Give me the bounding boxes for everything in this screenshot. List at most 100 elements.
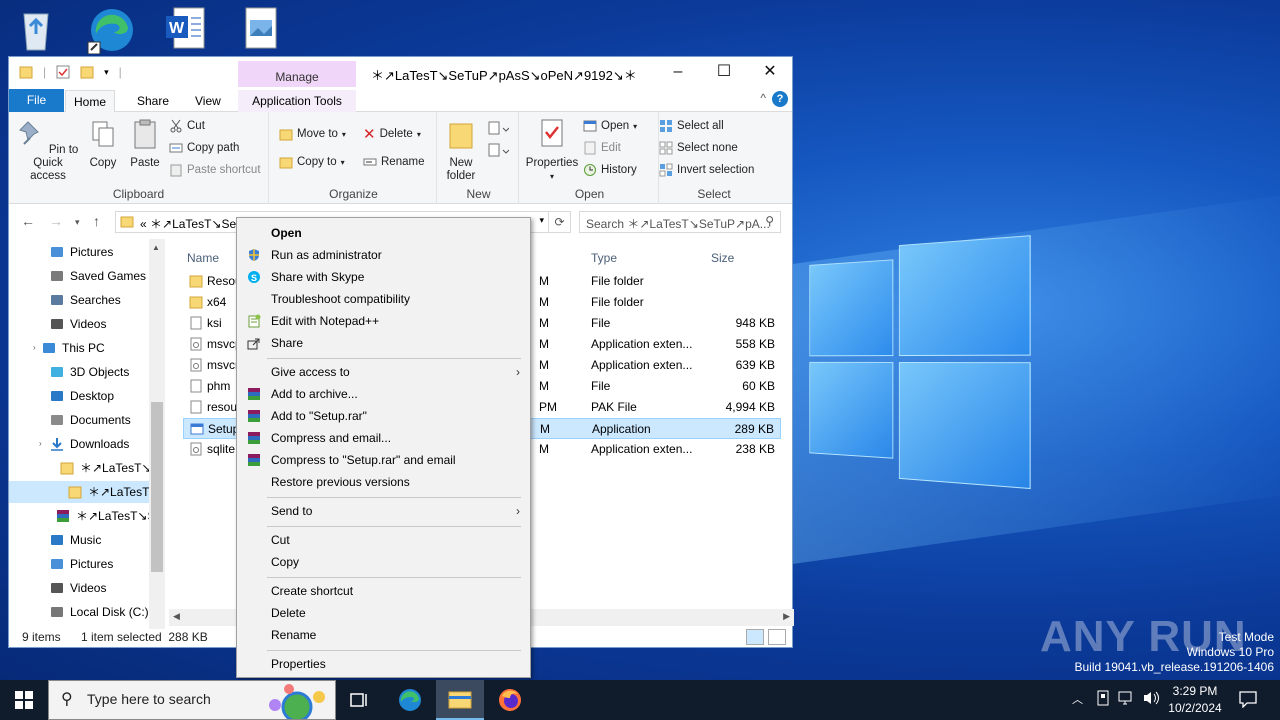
tab-application-tools[interactable]: Application Tools xyxy=(238,90,356,112)
nav-item[interactable]: 3D Objects xyxy=(49,361,129,383)
file-explorer-taskbar-button[interactable] xyxy=(436,680,484,720)
clock[interactable]: 3:29 PM 10/2/2024 xyxy=(1160,683,1230,717)
rename-button[interactable]: Rename xyxy=(363,152,424,172)
menu-delete[interactable]: Delete xyxy=(237,602,530,624)
volume-icon[interactable] xyxy=(1142,690,1160,720)
edit-button[interactable]: Edit xyxy=(583,138,621,158)
firefox-taskbar-button[interactable] xyxy=(486,680,534,720)
nav-item[interactable]: This PC xyxy=(41,337,105,359)
easy-access-icon[interactable] xyxy=(487,142,509,158)
up-arrow-icon[interactable]: ↑ xyxy=(93,213,100,229)
nav-item[interactable]: Local Disk (C:) xyxy=(49,601,149,623)
nav-item[interactable]: Pictures xyxy=(49,241,113,263)
recycle-bin-icon[interactable] xyxy=(14,6,62,54)
nav-item[interactable]: Videos xyxy=(49,313,106,335)
edge-taskbar-button[interactable] xyxy=(386,680,434,720)
nav-item[interactable]: Searches xyxy=(49,289,121,311)
menu-add-archive[interactable]: Add to archive... xyxy=(237,383,530,405)
tab-share[interactable]: Share xyxy=(129,90,177,112)
nav-item[interactable]: Saved Games xyxy=(49,265,146,287)
tab-file[interactable]: File xyxy=(9,89,64,112)
new-folder-button[interactable]: New folder xyxy=(441,118,481,183)
invert-selection-button[interactable]: Invert selection xyxy=(659,160,754,180)
search-input[interactable]: Search ＊↗LaTesT↘SeTuP↗pA... ⚲ xyxy=(579,211,781,233)
copy-button[interactable]: Copy xyxy=(85,118,121,170)
column-size[interactable]: Size xyxy=(711,251,734,265)
taskbar-search-input[interactable]: ⚲ Type here to search xyxy=(48,680,336,720)
menu-run-as-admin[interactable]: Run as administrator xyxy=(237,244,530,266)
nav-item[interactable]: Downloads xyxy=(49,433,129,455)
maximize-button[interactable]: ☐ xyxy=(701,57,747,87)
refresh-icon[interactable]: ⟳ xyxy=(549,211,571,233)
nav-item[interactable]: ＊↗LaTesT↘S xyxy=(59,457,159,479)
scroll-left-icon[interactable]: ◀ xyxy=(173,611,180,622)
large-icons-view-icon[interactable] xyxy=(768,629,786,645)
column-name[interactable]: Name xyxy=(187,251,219,265)
expand-chevron-icon[interactable]: › xyxy=(39,433,42,455)
select-all-button[interactable]: Select all xyxy=(659,116,724,136)
paste-button[interactable]: Paste xyxy=(127,118,163,170)
scroll-right-icon[interactable]: ▶ xyxy=(783,611,790,622)
menu-create-shortcut[interactable]: Create shortcut xyxy=(237,580,530,602)
collapse-ribbon-icon[interactable]: ^ xyxy=(760,91,766,105)
copy-to-button[interactable]: Copy to ▾ xyxy=(279,152,345,172)
menu-edit-notepad[interactable]: Edit with Notepad++ xyxy=(237,310,530,332)
new-item-icon[interactable] xyxy=(487,120,509,136)
nav-item[interactable]: Pictures xyxy=(49,553,113,575)
back-arrow-icon[interactable]: ← xyxy=(21,213,35,229)
properties-button[interactable]: Properties ▾ xyxy=(523,118,581,183)
details-view-icon[interactable] xyxy=(746,629,764,645)
menu-compress-setup-email[interactable]: Compress to "Setup.rar" and email xyxy=(237,449,530,471)
nav-scroll-thumb[interactable] xyxy=(151,402,163,572)
menu-open[interactable]: Open xyxy=(237,222,530,244)
pin-quick-access-button[interactable]: Pin to Quick access xyxy=(15,118,81,183)
menu-properties[interactable]: Properties xyxy=(237,653,530,675)
menu-cut[interactable]: Cut xyxy=(237,529,530,551)
expand-chevron-icon[interactable]: › xyxy=(33,337,36,359)
start-button[interactable] xyxy=(0,680,48,720)
menu-copy[interactable]: Copy xyxy=(237,551,530,573)
menu-give-access[interactable]: Give access to › xyxy=(237,361,530,383)
nav-item[interactable]: ＊↗LaTesT↘ xyxy=(9,481,159,503)
tab-home[interactable]: Home xyxy=(65,90,116,113)
move-to-button[interactable]: Move to ▾ xyxy=(279,124,346,144)
properties-icon[interactable] xyxy=(56,65,70,79)
close-button[interactable]: ✕ xyxy=(747,57,793,87)
nav-item[interactable]: Videos xyxy=(49,577,106,599)
copy-path-button[interactable]: Copy path xyxy=(169,138,239,158)
menu-add-setup-rar[interactable]: Add to "Setup.rar" xyxy=(237,405,530,427)
edge-icon[interactable] xyxy=(86,6,134,55)
recent-locations-icon[interactable]: ▾ xyxy=(75,217,80,228)
nav-item[interactable]: ＊↗LaTesT↘S xyxy=(55,505,155,527)
new-folder-icon[interactable] xyxy=(80,65,94,79)
notifications-icon[interactable] xyxy=(1238,690,1258,720)
help-icon[interactable]: ? xyxy=(772,91,788,107)
nav-item[interactable]: Desktop xyxy=(49,385,114,407)
task-view-button[interactable] xyxy=(336,680,384,720)
minimize-button[interactable]: – xyxy=(655,57,701,87)
menu-restore-versions[interactable]: Restore previous versions xyxy=(237,471,530,493)
show-hidden-icons[interactable]: ︿ xyxy=(1072,691,1083,720)
open-button[interactable]: Open ▾ xyxy=(583,116,637,136)
tab-view[interactable]: View xyxy=(187,90,229,112)
column-type[interactable]: Type xyxy=(591,251,617,265)
nav-item[interactable]: Music xyxy=(49,529,101,551)
cut-button[interactable]: Cut xyxy=(169,116,205,136)
tray-network-device-icon[interactable] xyxy=(1096,690,1110,720)
scroll-up-icon[interactable]: ▲ xyxy=(152,243,160,252)
menu-compress-email[interactable]: Compress and email... xyxy=(237,427,530,449)
menu-share[interactable]: Share xyxy=(237,332,530,354)
menu-share-skype[interactable]: S Share with Skype xyxy=(237,266,530,288)
menu-send-to[interactable]: Send to › xyxy=(237,500,530,522)
select-none-button[interactable]: Select none xyxy=(659,138,738,158)
menu-rename[interactable]: Rename xyxy=(237,624,530,646)
image-file-icon[interactable] xyxy=(244,6,292,54)
network-icon[interactable] xyxy=(1118,690,1136,720)
chevron-down-icon[interactable]: ▾ xyxy=(104,67,109,78)
word-icon[interactable]: W xyxy=(164,6,212,54)
chevron-down-icon[interactable]: ▾ xyxy=(539,215,544,226)
history-button[interactable]: History xyxy=(583,160,637,180)
paste-shortcut-button[interactable]: Paste shortcut xyxy=(169,160,261,180)
delete-button[interactable]: ✕ Delete ▾ xyxy=(363,124,421,144)
forward-arrow-icon[interactable]: → xyxy=(49,213,63,229)
